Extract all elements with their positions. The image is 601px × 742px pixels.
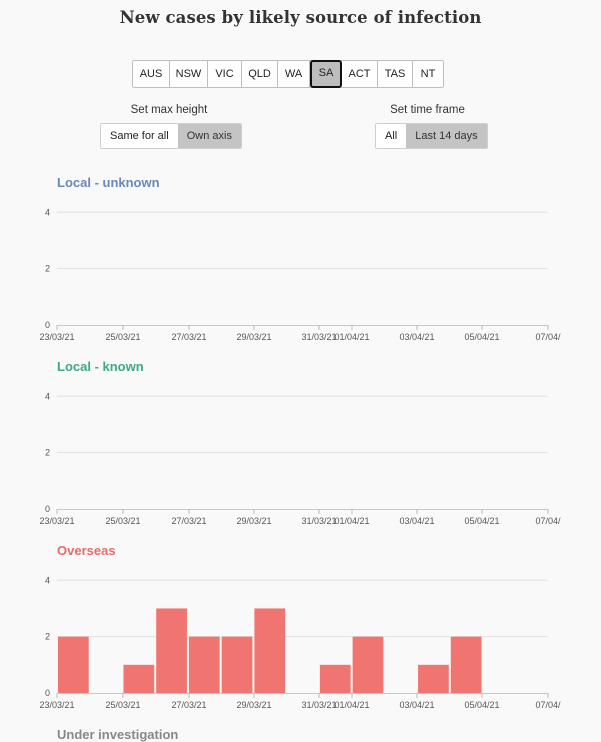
region-button-qld[interactable]: QLD <box>242 61 278 87</box>
bar <box>319 664 351 693</box>
chart-title-under-investigation: Under investigation <box>57 727 179 742</box>
y-tick-label: 0 <box>45 688 50 698</box>
max-height-toggle: Same for all Own axis <box>100 123 242 149</box>
x-tick-label: 07/04/ <box>535 332 561 342</box>
bar <box>254 608 286 693</box>
x-tick-label: 23/03/21 <box>39 516 74 526</box>
x-tick-label: 31/03/21 <box>301 332 336 342</box>
time-frame-option-all[interactable]: All <box>376 124 406 148</box>
bar <box>418 664 449 693</box>
x-tick-label: 05/04/21 <box>464 332 499 342</box>
x-tick-label: 07/04/ <box>535 516 561 526</box>
y-tick-label: 2 <box>45 264 50 274</box>
time-frame-toggle: All Last 14 days <box>375 123 488 149</box>
x-tick-label: 03/04/21 <box>399 516 434 526</box>
time-frame-label: Set time frame <box>390 104 465 116</box>
x-tick-label: 01/04/21 <box>334 516 369 526</box>
x-tick-label: 01/04/21 <box>334 332 369 342</box>
x-tick-label: 25/03/21 <box>105 700 140 710</box>
region-button-wa[interactable]: WA <box>278 61 310 87</box>
bar <box>450 636 482 693</box>
x-tick-label: 27/03/21 <box>171 516 206 526</box>
y-tick-label: 4 <box>45 391 50 401</box>
chart-title-local-known: Local - known <box>57 359 144 374</box>
chart-overseas: 0 2 4 23/03/21 25/03/21 27/03/21 29/03/21 31/03… <box>39 575 561 710</box>
x-tick-label: 29/03/21 <box>236 516 271 526</box>
x-tick-label: 27/03/21 <box>171 332 206 342</box>
time-frame-option-last-14-days[interactable]: Last 14 days <box>406 124 487 148</box>
x-tick-label: 31/03/21 <box>301 700 336 710</box>
bar <box>123 664 155 693</box>
x-tick-label: 01/04/21 <box>334 700 369 710</box>
chart-title-overseas: Overseas <box>57 543 116 558</box>
bar <box>221 636 253 693</box>
y-tick-label: 4 <box>45 207 50 217</box>
region-button-aus[interactable]: AUS <box>133 61 170 87</box>
bar <box>352 636 384 693</box>
y-tick-label: 4 <box>45 575 50 585</box>
region-button-sa[interactable]: SA <box>310 60 342 88</box>
max-height-label: Set max height <box>130 104 208 116</box>
region-selector: AUS NSW VIC QLD WA SA ACT TAS NT <box>132 60 444 88</box>
chart-local-known: 0 2 4 23/03/21 25/03/21 27/03/21 29/03/21 31/03… <box>39 391 561 526</box>
y-tick-label: 0 <box>45 504 50 514</box>
y-tick-label: 0 <box>45 320 50 330</box>
region-button-vic[interactable]: VIC <box>208 61 242 87</box>
x-tick-label: 27/03/21 <box>171 700 206 710</box>
bar <box>58 636 89 693</box>
bar <box>188 636 220 693</box>
chart-local-unknown: 0 2 4 23/03/21 25/03/21 27/03/21 29/03/21 31/03… <box>39 207 561 342</box>
chart-title-local-unknown: Local - unknown <box>57 175 160 190</box>
y-tick-label: 2 <box>45 448 50 458</box>
x-tick-label: 03/04/21 <box>399 332 434 342</box>
x-tick-label: 25/03/21 <box>105 332 140 342</box>
x-tick-label: 05/04/21 <box>464 516 499 526</box>
x-tick-label: 07/04/ <box>535 700 561 710</box>
region-button-nt[interactable]: NT <box>413 61 443 87</box>
x-tick-label: 31/03/21 <box>301 516 336 526</box>
page-title: New cases by likely source of infection <box>119 8 482 27</box>
x-tick-label: 23/03/21 <box>39 332 74 342</box>
max-height-option-own-axis[interactable]: Own axis <box>177 124 241 148</box>
y-tick-label: 2 <box>45 632 50 642</box>
region-button-nsw[interactable]: NSW <box>170 61 208 87</box>
max-height-option-same-for-all[interactable]: Same for all <box>101 124 178 148</box>
x-tick-label: 29/03/21 <box>236 332 271 342</box>
x-tick-label: 03/04/21 <box>399 700 434 710</box>
x-tick-label: 29/03/21 <box>236 700 271 710</box>
bar <box>156 608 187 693</box>
x-tick-label: 23/03/21 <box>39 700 74 710</box>
region-button-act[interactable]: ACT <box>342 61 378 87</box>
x-tick-label: 25/03/21 <box>105 516 140 526</box>
x-tick-label: 05/04/21 <box>464 700 499 710</box>
region-button-tas[interactable]: TAS <box>378 61 413 87</box>
